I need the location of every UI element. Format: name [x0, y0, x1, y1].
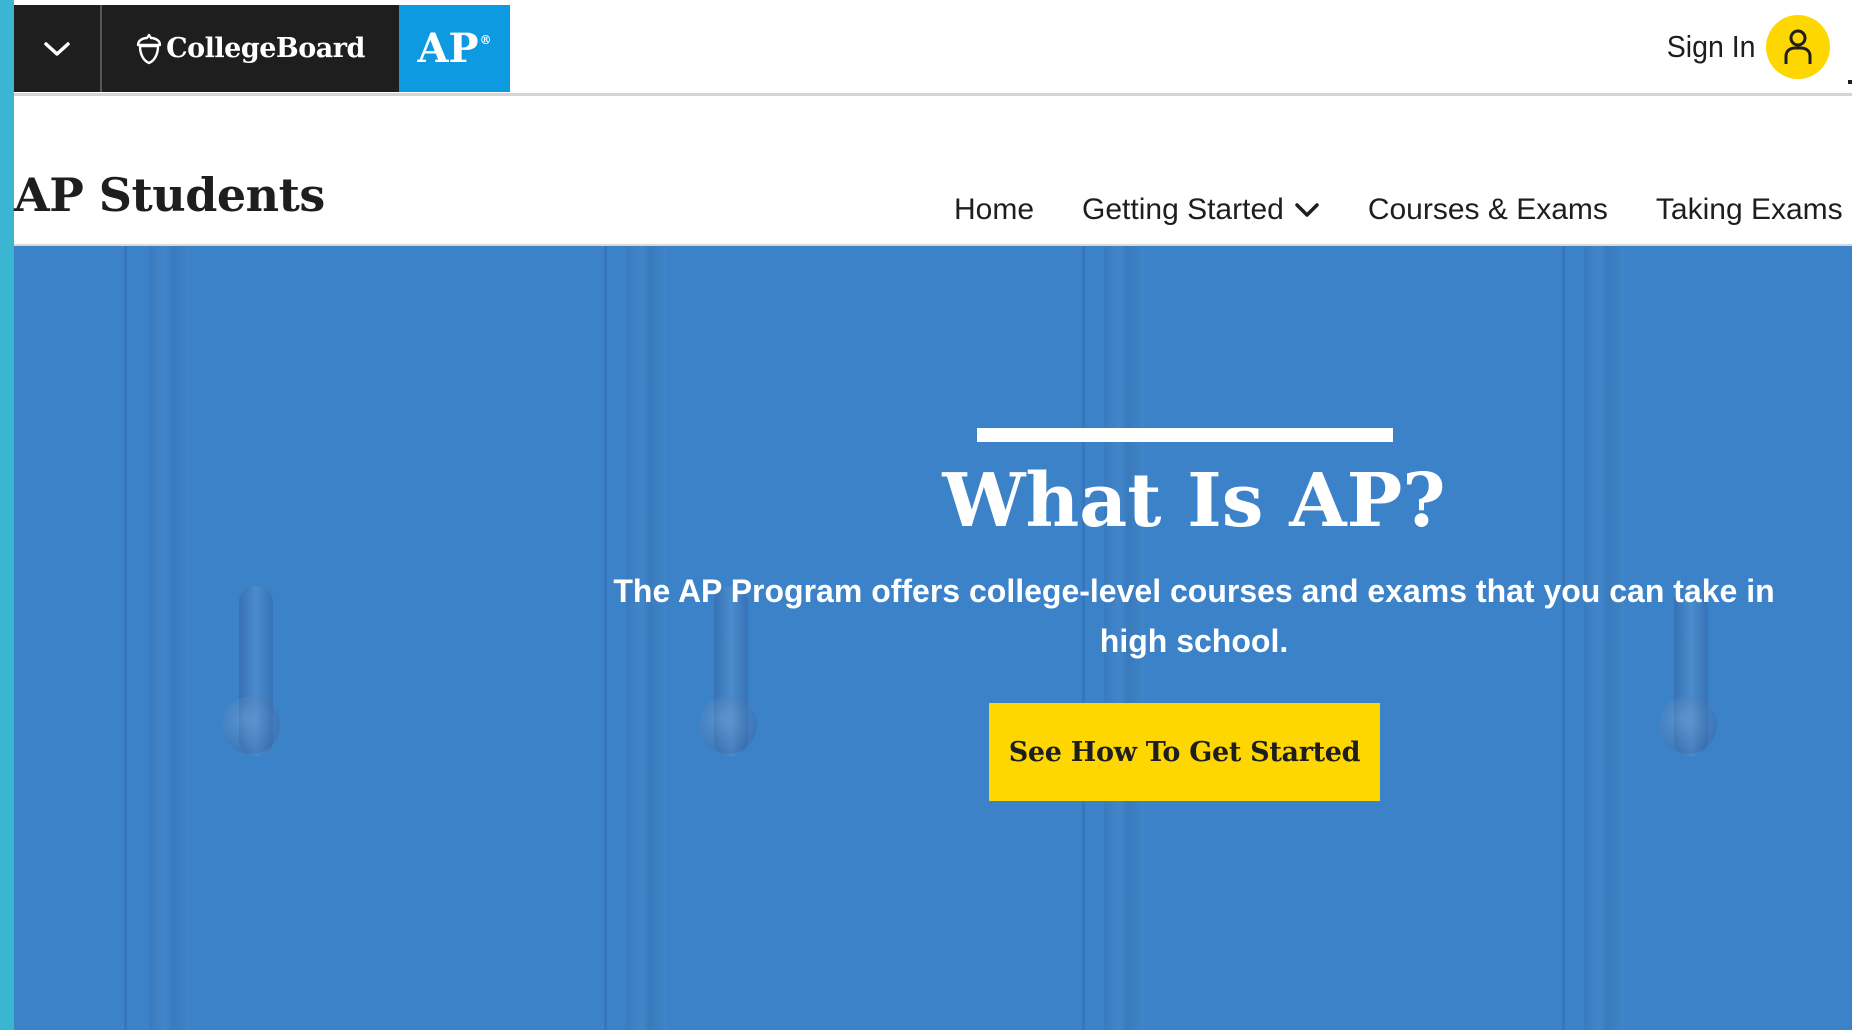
- collegeboard-logo[interactable]: CollegeBoard: [102, 5, 399, 92]
- nav-item-label: Getting Started: [1082, 193, 1284, 226]
- locker-lock: [1659, 696, 1717, 754]
- global-menu-button[interactable]: [14, 5, 102, 92]
- nav-item-getting-started[interactable]: Getting Started: [1082, 184, 1320, 252]
- chevron-down-icon: [44, 41, 70, 56]
- nav-item-taking-exams[interactable]: Taking Exams: [1656, 184, 1852, 236]
- nav-item-label: Home: [954, 193, 1035, 226]
- acorn-icon: [136, 33, 162, 64]
- locker-seam: [124, 246, 127, 1030]
- hero-banner: What Is AP? The AP Program offers colleg…: [14, 246, 1852, 1030]
- locker-lock: [222, 696, 280, 754]
- site-title[interactable]: AP Students: [14, 168, 325, 222]
- hero-rule: [977, 428, 1393, 442]
- sign-in-button[interactable]: Sign In: [1659, 14, 1830, 80]
- hero-subtitle: The AP Program offers college-level cour…: [613, 573, 1775, 659]
- left-edge-bar: [0, 0, 14, 1030]
- nav-menu: Home Getting Started Courses & Exams Tak…: [954, 184, 1852, 252]
- ap-logo[interactable]: AP ®: [399, 5, 510, 92]
- ap-registered-mark: ®: [479, 32, 492, 47]
- collegeboard-wordmark: CollegeBoard: [166, 33, 365, 64]
- get-started-button[interactable]: See How To Get Started: [989, 703, 1380, 801]
- chevron-down-icon: [1295, 203, 1319, 217]
- global-header: CollegeBoard AP ® Sign In: [14, 0, 1852, 96]
- avatar: [1766, 15, 1830, 79]
- ap-wordmark: AP: [417, 25, 479, 72]
- nav-item-label: Courses & Exams: [1367, 193, 1608, 226]
- edge-marker: [1848, 80, 1852, 84]
- nav-item-home[interactable]: Home: [954, 184, 1034, 236]
- hero-title: What Is AP?: [942, 458, 1446, 544]
- locker-seam: [149, 246, 189, 1030]
- sign-in-label: Sign In: [1667, 29, 1756, 64]
- nav-item-label: Taking Exams: [1655, 193, 1843, 226]
- nav-item-courses-exams[interactable]: Courses & Exams: [1368, 184, 1608, 236]
- user-icon: [1784, 29, 1812, 64]
- page: CollegeBoard AP ® Sign In AP Students Hom…: [0, 0, 1852, 1030]
- locker-lock: [699, 696, 757, 754]
- site-nav: AP Students Home Getting Started Courses…: [14, 96, 1852, 252]
